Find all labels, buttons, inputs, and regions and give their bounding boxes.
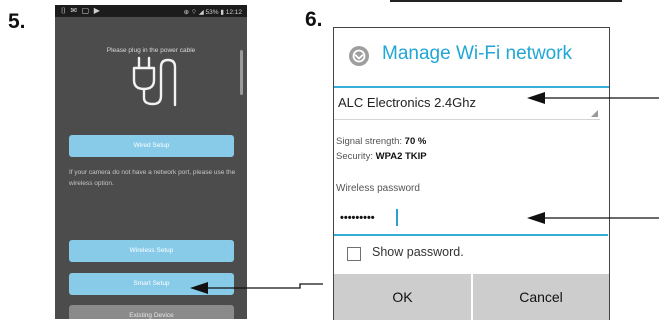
text-caret: [396, 209, 398, 226]
scrollbar[interactable]: [240, 50, 243, 95]
cancel-button[interactable]: Cancel: [473, 274, 609, 320]
security-label: Security:: [336, 151, 373, 162]
ok-button[interactable]: OK: [334, 274, 471, 320]
dropdown-corner-icon: [591, 110, 598, 117]
phone-screen: ⌷ ✉ ▢ ▶ ⊕ ⌔ ◢ 53% ▮ 12:12 Please plug in…: [55, 5, 247, 319]
wireless-setup-button[interactable]: Wireless Setup: [69, 240, 234, 262]
wired-setup-button[interactable]: Wired Setup: [69, 135, 234, 157]
ssid-select[interactable]: ALC Electronics 2.4Ghz: [338, 95, 476, 110]
security: Security: WPA2 TKIP: [336, 151, 427, 162]
wifi-settings-icon: [349, 46, 369, 66]
status-right-icons: ⊕ ⌔ ◢ 53% ▮ 12:12: [183, 9, 242, 16]
password-value: •••••••••: [340, 212, 375, 224]
top-divider: [390, 0, 622, 2]
existing-device-button[interactable]: Existing Device: [69, 305, 234, 319]
signal-strength: Signal strength: 70 %: [336, 136, 426, 147]
step-6-label: 6.: [305, 8, 323, 31]
status-left-icons: ⌷ ✉ ▢ ▶: [61, 6, 101, 15]
manage-wifi-dialog: Manage Wi-Fi network ALC Electronics 2.4…: [333, 27, 610, 320]
dialog-header: Manage Wi-Fi network: [334, 28, 609, 88]
status-bar: ⌷ ✉ ▢ ▶ ⊕ ⌔ ◢ 53% ▮ 12:12: [55, 5, 247, 17]
signal-value: 70 %: [404, 136, 427, 147]
ssid-underline: [334, 119, 600, 120]
show-password-label[interactable]: Show password.: [372, 245, 464, 259]
plug-instruction: Please plug in the power cable: [106, 47, 196, 54]
password-label: Wireless password: [336, 183, 420, 194]
password-field[interactable]: •••••••••: [334, 205, 608, 236]
signal-label: Signal strength:: [336, 136, 403, 147]
security-value: WPA2 TKIP: [375, 151, 427, 162]
power-plug-icon: [132, 56, 177, 107]
smart-setup-button[interactable]: Smart Setup: [69, 273, 234, 295]
step-5-label: 5.: [8, 10, 26, 33]
show-password-checkbox[interactable]: [347, 247, 361, 261]
dialog-title: Manage Wi-Fi network: [382, 43, 573, 64]
network-port-info: If your camera do not have a network por…: [69, 169, 236, 187]
